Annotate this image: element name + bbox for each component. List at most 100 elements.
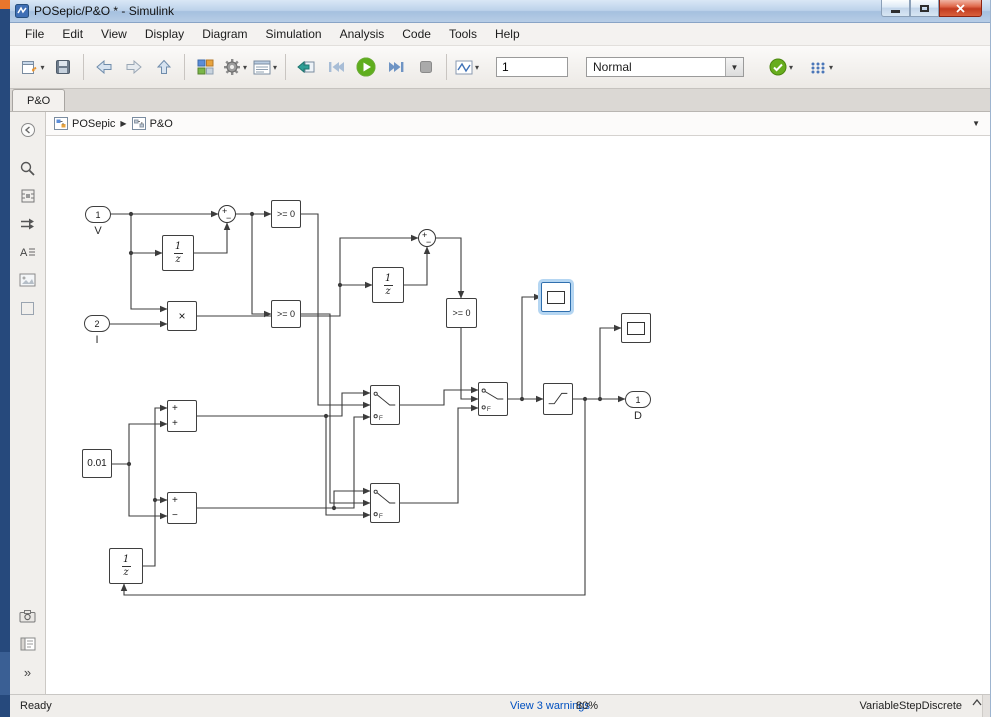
explorer-bar-toggle[interactable]	[16, 118, 40, 142]
run-button[interactable]	[351, 53, 381, 81]
sum-dv[interactable]: + −	[218, 205, 236, 223]
signal-wire[interactable]	[599, 324, 622, 399]
forward-arrow-icon	[126, 60, 142, 74]
step-back-button[interactable]	[321, 53, 351, 81]
breadcrumb-separator-icon: ▶	[120, 119, 127, 128]
signal-wire[interactable]	[143, 404, 168, 567]
unit-delay-v[interactable]: 1z	[162, 235, 194, 271]
breadcrumb-item-root[interactable]: POSepic	[54, 117, 115, 130]
signal-wire[interactable]	[333, 487, 371, 508]
switch-3[interactable]: F	[478, 382, 508, 416]
viewmark-button[interactable]	[16, 632, 40, 656]
signal-wire[interactable]	[112, 420, 168, 465]
signal-wire[interactable]	[400, 404, 479, 504]
forward-button[interactable]	[119, 53, 149, 81]
saturation[interactable]	[543, 383, 573, 415]
title-bar[interactable]: POSepic/P&O * - Simulink	[10, 0, 990, 23]
up-arrow-icon	[157, 59, 171, 74]
inport-v[interactable]: 1	[85, 206, 111, 223]
sum-add[interactable]: + +	[167, 400, 197, 432]
fit-view-button[interactable]	[16, 184, 40, 208]
library-browser-button[interactable]	[190, 53, 220, 81]
new-model-button[interactable]: ▾	[18, 53, 48, 81]
pan-arrows-button[interactable]	[16, 212, 40, 236]
model-settings-button[interactable]: ▾	[220, 53, 250, 81]
signal-wire[interactable]	[194, 222, 231, 254]
maximize-icon	[920, 4, 929, 12]
signal-wire[interactable]	[521, 293, 542, 399]
unit-delay-p[interactable]: 1z	[372, 267, 404, 303]
unit-delay-d[interactable]: 1z	[109, 548, 143, 584]
close-button[interactable]	[939, 0, 982, 17]
menu-diagram[interactable]: Diagram	[193, 25, 256, 43]
switch-1[interactable]: F	[370, 385, 400, 425]
branch-dot	[126, 461, 132, 467]
stop-time-input[interactable]	[496, 57, 568, 77]
box-icon	[21, 301, 34, 315]
solver-name[interactable]: VariableStepDiscrete	[859, 700, 962, 712]
menu-simulation[interactable]: Simulation	[257, 25, 331, 43]
signal-wire[interactable]	[325, 416, 371, 519]
menu-display[interactable]: Display	[136, 25, 193, 43]
annotation-button[interactable]: A	[16, 240, 40, 264]
tab-po[interactable]: P&O	[12, 89, 66, 111]
minimize-button[interactable]	[881, 0, 910, 17]
sum-sub[interactable]: + −	[167, 492, 197, 524]
signal-wire[interactable]	[404, 246, 431, 286]
data-inspector-button[interactable]	[291, 53, 321, 81]
switch-2[interactable]: F	[370, 483, 400, 523]
toolbar-separator	[184, 54, 185, 80]
stop-button[interactable]	[411, 53, 441, 81]
relop-dv-1[interactable]: >= 0	[271, 200, 301, 228]
model-advisor-button[interactable]: ▾	[766, 53, 796, 81]
back-button[interactable]	[89, 53, 119, 81]
signal-wire[interactable]	[301, 313, 371, 507]
build-button[interactable]: ▾	[806, 53, 836, 81]
menu-analysis[interactable]: Analysis	[331, 25, 394, 43]
relop-dv-2[interactable]: >= 0	[271, 300, 301, 328]
toolbar-separator	[446, 54, 447, 80]
sign: +	[172, 402, 178, 414]
signal-wire[interactable]	[436, 237, 465, 299]
signal-wire[interactable]	[197, 413, 371, 509]
signal-wire[interactable]	[400, 386, 479, 406]
step-forward-button[interactable]	[381, 53, 411, 81]
outport-d[interactable]: 1	[625, 391, 651, 408]
menu-code[interactable]: Code	[393, 25, 440, 43]
menu-help[interactable]: Help	[486, 25, 529, 43]
save-button[interactable]	[48, 53, 78, 81]
resize-grip[interactable]	[982, 695, 990, 717]
up-button[interactable]	[149, 53, 179, 81]
menu-edit[interactable]: Edit	[53, 25, 92, 43]
scope-1[interactable]	[538, 279, 574, 315]
port-number: 2	[94, 318, 100, 329]
save-icon	[56, 60, 70, 74]
menu-tools[interactable]: Tools	[440, 25, 486, 43]
scope-2[interactable]	[621, 313, 651, 343]
inport-i[interactable]: 2	[84, 315, 110, 332]
menu-view[interactable]: View	[92, 25, 136, 43]
constant-step[interactable]: 0.01	[82, 449, 112, 478]
diagram-canvas[interactable]: 1 V 1 z + − >= 0 × 2 I >= 0 1 z + − >= 0 F F F 1 D + +0.01 + −1 z	[46, 136, 990, 694]
signal-wire[interactable]	[128, 464, 168, 520]
signal-wire[interactable]	[251, 214, 272, 318]
zoom-button[interactable]	[16, 156, 40, 180]
signal-wire[interactable]	[460, 328, 479, 403]
breadcrumb-item-current[interactable]: P&O	[131, 117, 173, 130]
palette-overflow-button[interactable]: »	[16, 660, 40, 684]
menu-file[interactable]: File	[16, 25, 53, 43]
signal-monitor-button[interactable]: ▾	[452, 53, 482, 81]
model-explorer-button[interactable]: ▾	[250, 53, 280, 81]
solver-caret-icon[interactable]	[972, 699, 982, 706]
signal-wire[interactable]	[301, 213, 371, 409]
sum-dp[interactable]: + −	[418, 229, 436, 247]
image-annotation-button[interactable]	[16, 268, 40, 292]
camera-icon	[19, 610, 36, 623]
area-box-button[interactable]	[16, 296, 40, 320]
screenshot-button[interactable]	[16, 604, 40, 628]
product-power[interactable]: ×	[167, 301, 197, 331]
simulation-mode-select[interactable]: Normal ▼	[586, 57, 744, 77]
maximize-button[interactable]	[910, 0, 939, 17]
breadcrumb-dropdown-icon[interactable]: ▼	[972, 119, 980, 128]
relop-dp[interactable]: >= 0	[446, 298, 477, 328]
